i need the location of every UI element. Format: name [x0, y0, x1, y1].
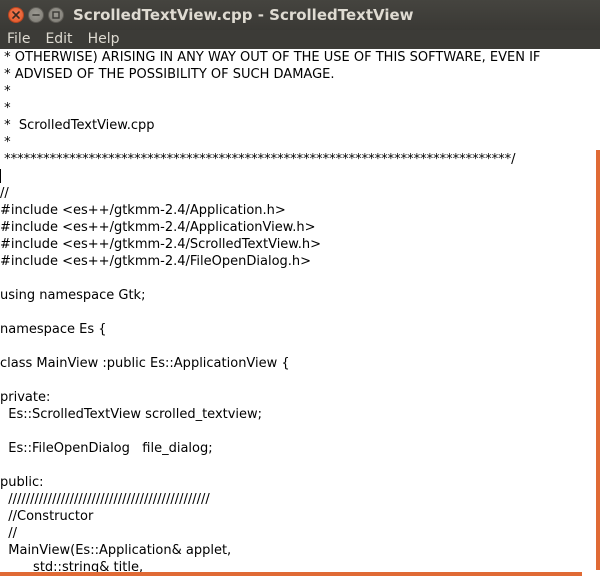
vertical-scrollbar[interactable]	[596, 150, 600, 570]
text-caret	[0, 169, 1, 183]
code-line: #include <es++/gtkmm-2.4/ApplicationView…	[0, 220, 316, 235]
window-title: ScrolledTextView.cpp - ScrolledTextView	[73, 6, 414, 24]
code-line: using namespace Gtk;	[0, 288, 146, 303]
maximize-button[interactable]	[48, 7, 64, 23]
menu-help[interactable]: Help	[81, 30, 128, 49]
code-line: * OTHERWISE) ARISING IN ANY WAY OUT OF T…	[0, 50, 541, 65]
menu-edit[interactable]: Edit	[38, 30, 80, 49]
horizontal-scrollbar[interactable]	[0, 572, 582, 576]
code-line: *	[0, 135, 11, 150]
menu-file[interactable]: File	[0, 30, 38, 49]
code-line: class MainView :public Es::ApplicationVi…	[0, 356, 290, 371]
code-line: #include <es++/gtkmm-2.4/ScrolledTextVie…	[0, 237, 322, 252]
code-line: *	[0, 101, 11, 116]
code-line: //	[0, 526, 18, 541]
minimize-button[interactable]	[28, 7, 44, 23]
code-line: *	[0, 84, 11, 99]
code-line: private:	[0, 390, 51, 405]
code-line: #include <es++/gtkmm-2.4/Application.h>	[0, 203, 286, 218]
code-line: * ScrolledTextView.cpp	[0, 118, 155, 133]
title-bar[interactable]: ScrolledTextView.cpp - ScrolledTextView	[0, 0, 600, 30]
code-line: //Constructor	[0, 509, 94, 524]
code-line: Es::ScrolledTextView scrolled_textview;	[0, 407, 263, 422]
code-line: * ADVISED OF THE POSSIBILITY OF SUCH DAM…	[0, 67, 335, 82]
code-line: //	[0, 186, 9, 201]
text-editor[interactable]: * OTHERWISE) ARISING IN ANY WAY OUT OF T…	[0, 49, 600, 576]
close-icon	[12, 11, 20, 19]
code-line: Es::FileOpenDialog file_dialog;	[0, 441, 213, 456]
maximize-icon	[52, 11, 60, 19]
menu-bar: File Edit Help	[0, 30, 600, 49]
minimize-icon	[32, 14, 40, 16]
close-button[interactable]	[8, 7, 24, 23]
code-line: namespace Es {	[0, 322, 107, 337]
application-window: ScrolledTextView.cpp - ScrolledTextView …	[0, 0, 600, 576]
code-line: ****************************************…	[0, 152, 516, 167]
code-lines: * OTHERWISE) ARISING IN ANY WAY OUT OF T…	[0, 49, 540, 576]
code-line: public:	[0, 475, 44, 490]
code-line: ////////////////////////////////////////…	[0, 492, 210, 507]
code-line: MainView(Es::Application& applet,	[0, 543, 232, 558]
code-line: #include <es++/gtkmm-2.4/FileOpenDialog.…	[0, 254, 312, 269]
